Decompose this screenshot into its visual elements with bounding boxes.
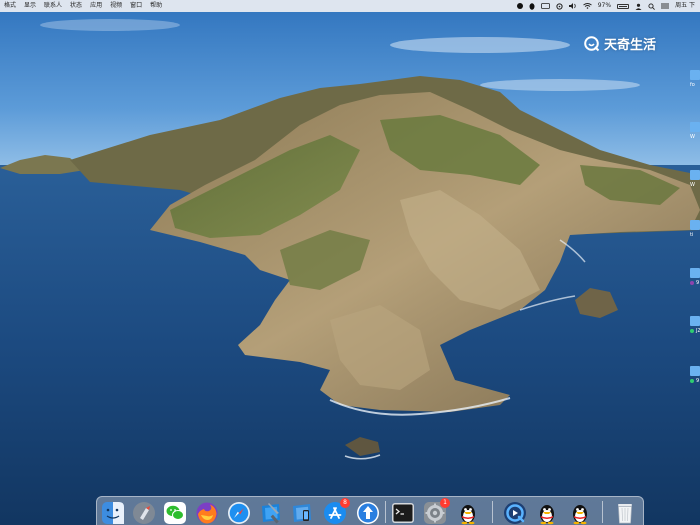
desktop-item-label: ti: [690, 232, 694, 238]
tag-dot-icon: [690, 328, 694, 333]
wechat-icon[interactable]: [163, 501, 187, 525]
menu-item-help[interactable]: 帮助: [146, 0, 166, 12]
menu-item-video[interactable]: 视频: [106, 0, 126, 12]
keyboard-icon[interactable]: [540, 3, 550, 9]
qq-icon-2[interactable]: [535, 501, 559, 525]
qq-icon-3[interactable]: [568, 501, 592, 525]
desktop-item-label: W: [690, 182, 695, 188]
trash-icon[interactable]: [613, 501, 637, 525]
terminal-icon[interactable]: [391, 501, 415, 525]
control-center-icon[interactable]: [661, 3, 670, 9]
desktop-item[interactable]: ti: [690, 220, 700, 238]
simulator-icon[interactable]: [290, 501, 314, 525]
desktop-item[interactable]: fo: [690, 70, 700, 88]
watermark-text: 天奇生活: [604, 38, 657, 53]
finder-icon[interactable]: [101, 501, 125, 525]
app-store-icon[interactable]: 8: [323, 498, 350, 525]
menu-item-format[interactable]: 格式: [0, 0, 20, 12]
menu-bar: 格式 显示 联系人 状态 应用 视频 窗口 帮助 97% 周五 下: [0, 0, 700, 12]
status-circle-icon[interactable]: [516, 3, 523, 9]
desktop-wallpaper: [0, 0, 700, 525]
battery-percent[interactable]: 97%: [598, 0, 611, 12]
menu-item-display[interactable]: 显示: [20, 0, 40, 12]
folder-icon: [690, 220, 700, 230]
dock: 8 1: [96, 496, 644, 525]
menu-item-apps[interactable]: 应用: [86, 0, 106, 12]
folder-icon: [690, 70, 700, 80]
safari-icon[interactable]: [227, 501, 251, 525]
desktop-item[interactable]: 9: [690, 268, 700, 286]
menubar-clock[interactable]: 周五 下: [675, 0, 695, 12]
quicktime-icon[interactable]: [503, 501, 527, 525]
qq-icon[interactable]: [456, 501, 480, 525]
watermark-logo-icon: [584, 35, 600, 51]
search-icon[interactable]: [648, 2, 655, 10]
qq-status-icon[interactable]: [529, 2, 535, 10]
folder-icon: [690, 170, 700, 180]
folder-icon: [690, 122, 700, 132]
tag-dot-icon: [690, 378, 694, 383]
dock-separator: [492, 501, 493, 523]
xcode-icon[interactable]: [259, 501, 283, 525]
battery-icon[interactable]: [617, 3, 630, 9]
dock-separator: [385, 501, 386, 523]
tag-dot-icon: [690, 280, 694, 285]
folder-icon: [690, 268, 700, 278]
folder-icon: [690, 316, 700, 326]
wifi-icon[interactable]: [582, 3, 592, 9]
system-preferences-icon[interactable]: 1: [423, 498, 450, 525]
audio-icon[interactable]: [568, 3, 577, 9]
desktop-item[interactable]: W: [690, 122, 700, 140]
menu-item-contacts[interactable]: 联系人: [40, 0, 66, 12]
desktop-item-label: fo: [690, 82, 695, 88]
firefox-icon[interactable]: [195, 501, 219, 525]
desktop-item[interactable]: 9: [690, 366, 700, 384]
launchpad-icon[interactable]: [132, 501, 156, 525]
user-icon[interactable]: [635, 3, 642, 10]
watermark: 天奇生活: [584, 34, 656, 53]
desktop-item[interactable]: JZ: [690, 316, 700, 334]
desktop-item-label: 9: [690, 280, 700, 286]
software-update-icon[interactable]: [356, 501, 380, 525]
app-store-badge: 8: [340, 498, 350, 508]
gear-icon[interactable]: [556, 2, 563, 10]
desktop-item[interactable]: W: [690, 170, 700, 188]
desktop-item-label: 9: [690, 378, 700, 384]
folder-icon: [690, 366, 700, 376]
system-preferences-badge: 1: [440, 498, 450, 508]
desktop-item-label: W: [690, 134, 695, 140]
dock-separator: [602, 501, 603, 523]
menu-item-window[interactable]: 窗口: [126, 0, 146, 12]
desktop-item-label: JZ: [690, 328, 700, 334]
menu-item-status[interactable]: 状态: [66, 0, 86, 12]
